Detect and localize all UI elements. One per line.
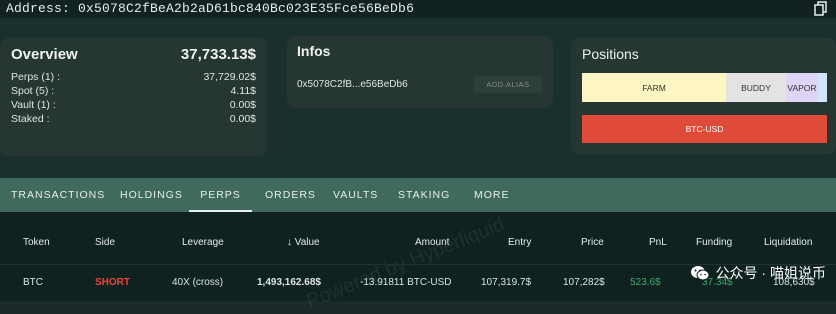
header-leverage[interactable]: Leverage [182,237,224,248]
header-amount[interactable]: Amount [415,237,449,248]
short-address: 0x5078C2fB...e56BeDb6 [297,79,408,90]
cell-entry: 107,319.7$ [481,277,532,288]
cell-amount: -13.91811 BTC-USD [360,277,452,288]
tab-staking[interactable]: STAKING [398,178,450,212]
cell-leverage: 40X (cross) [172,277,224,288]
summary-section: Overview 37,733.13$ Perps (1) : 37,729.0… [0,18,836,178]
segment-buddy[interactable]: BUDDY [726,73,786,102]
tab-orders[interactable]: ORDERS [265,178,316,212]
add-alias-button[interactable]: ADD ALIAS [474,76,542,93]
tab-holdings[interactable]: HOLDINGS [120,178,183,212]
positions-allocation-bar: FARM BUDDY VAPOR [582,73,827,102]
wallet-address: Address: 0x5078C2fBeA2b2aD61bc840Bc023E3… [6,1,415,16]
cell-pnl: 523.6$ [630,277,661,288]
perps-table: Powered by Hyperliquid Token Side Levera… [0,212,836,313]
positions-card: Positions FARM BUDDY VAPOR BTC-USD [571,38,836,154]
overview-title: Overview [11,46,78,63]
header-entry[interactable]: Entry [508,237,531,248]
wechat-account-name: 公众号 · 喵姐说币 [715,265,826,281]
header-value[interactable]: ↓ Value [287,237,320,248]
header-liquidation[interactable]: Liquidation [764,237,812,248]
tab-perps[interactable]: PERPS [189,178,252,212]
tab-bar: TRANSACTIONS HOLDINGS PERPS ORDERS VAULT… [0,178,836,212]
overview-card: Overview 37,733.13$ Perps (1) : 37,729.0… [0,38,267,156]
segment-vapor[interactable]: VAPOR [786,73,818,102]
row-label: Staked : [11,113,50,125]
overview-row-vault: Vault (1) : 0.00$ [11,99,256,113]
row-label: Perps (1) : [11,71,61,83]
header-pnl[interactable]: PnL [649,237,667,248]
row-label: Vault (1) : [11,99,56,111]
tab-transactions[interactable]: TRANSACTIONS [11,178,105,212]
tab-more[interactable]: MORE [474,178,510,212]
overview-row-spot: Spot (5) : 4.11$ [11,85,256,99]
address-bar: Address: 0x5078C2fBeA2b2aD61bc840Bc023E3… [0,0,836,18]
positions-title: Positions [582,46,639,62]
overview-row-staked: Staked : 0.00$ [11,113,256,127]
header-token[interactable]: Token [23,237,50,248]
row-label: Spot (5) : [11,85,55,97]
wechat-overlay: 公众号 · 喵姐说币 [690,263,826,283]
cell-value: 1,493,162.68$ [257,277,321,288]
row-value: 0.00$ [229,99,256,111]
cell-side: SHORT [95,277,130,288]
overview-total: 37,733.13$ [180,46,256,63]
copy-icon[interactable] [814,1,828,17]
row-value: 4.11$ [230,85,257,97]
row-value: 37,729.02$ [203,71,256,83]
segment-farm[interactable]: FARM [582,73,726,102]
position-btc-bar[interactable]: BTC-USD [582,115,827,143]
wechat-icon [690,266,710,281]
row-value: 0.00$ [229,113,256,125]
cell-price: 107,282$ [563,277,605,288]
header-side[interactable]: Side [95,237,115,248]
infos-title: Infos [297,43,331,59]
cell-token[interactable]: BTC [23,277,43,288]
tab-vaults[interactable]: VAULTS [333,178,378,212]
header-funding[interactable]: Funding [696,237,732,248]
header-price[interactable]: Price [581,237,604,248]
overview-row-perps: Perps (1) : 37,729.02$ [11,71,256,85]
segment-other[interactable] [818,73,827,102]
infos-card: Infos 0x5078C2fB...e56BeDb6 ADD ALIAS [287,36,553,108]
